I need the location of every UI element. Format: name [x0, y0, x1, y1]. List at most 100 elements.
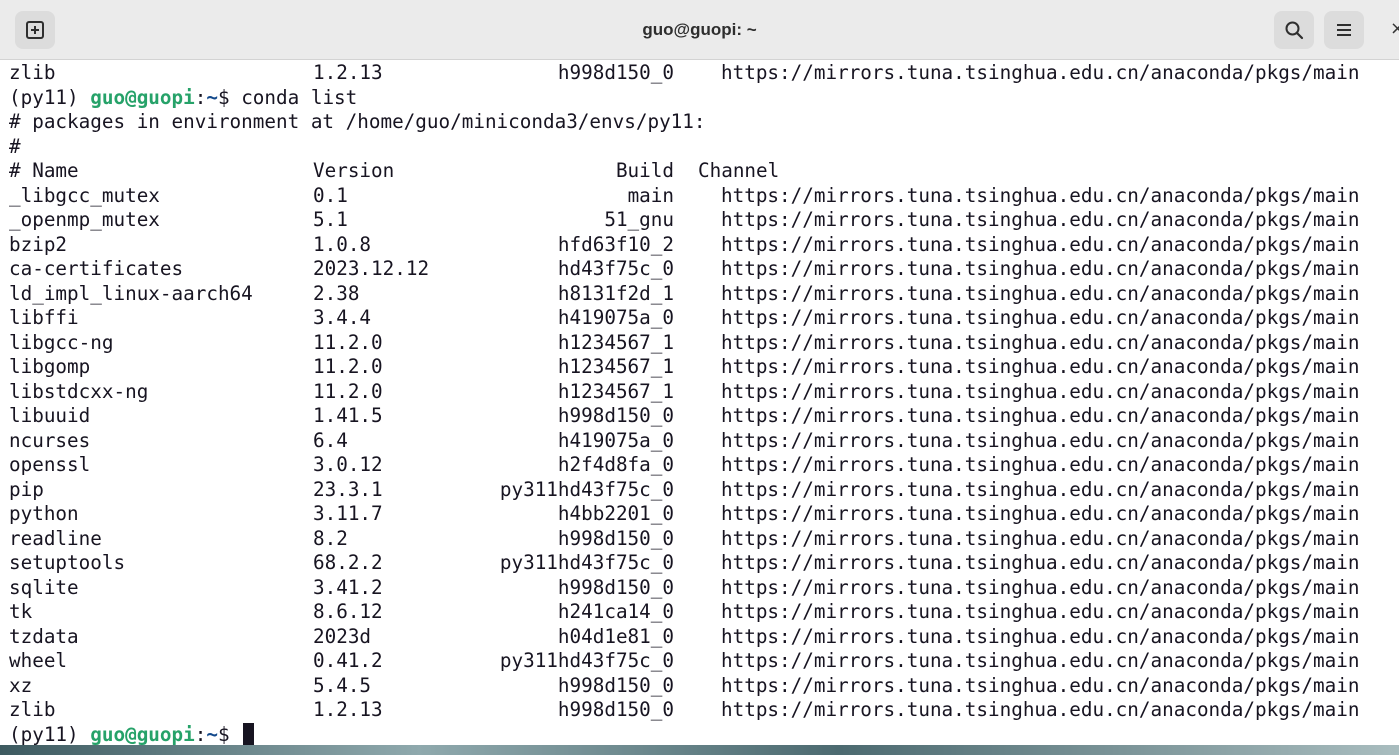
- package-name: ca-certificates: [9, 257, 184, 280]
- package-name: wheel: [9, 649, 68, 672]
- prompt-symbol: $: [217, 85, 242, 109]
- package-version: 6.4: [313, 428, 348, 452]
- package-channel: https://mirrors.tuna.tsinghua.edu.cn/ana…: [721, 428, 1360, 452]
- package-channel: https://mirrors.tuna.tsinghua.edu.cn/ana…: [721, 355, 1360, 378]
- package-build: h998d150_0: [557, 698, 674, 721]
- package-channel: https://mirrors.tuna.tsinghua.edu.cn/ana…: [721, 379, 1360, 403]
- package-build: h419075a_0: [557, 428, 674, 452]
- search-icon: [1284, 20, 1304, 40]
- package-channel: https://mirrors.tuna.tsinghua.edu.cn/ana…: [721, 404, 1360, 427]
- menu-button[interactable]: [1324, 11, 1364, 49]
- package-version: 1.2.13: [313, 698, 383, 721]
- package-version: 5.4.5: [313, 673, 372, 697]
- package-name: readline: [9, 526, 102, 550]
- prompt-path: ~: [206, 722, 218, 746]
- package-version: 5.1: [313, 208, 348, 231]
- header-name: # Name: [9, 159, 79, 182]
- package-name: bzip2: [9, 232, 68, 256]
- package-name: sqlite: [9, 575, 79, 599]
- package-version: 2.38: [313, 281, 360, 305]
- active-prompt-line[interactable]: (py11) guo@guopi:~$: [9, 722, 255, 747]
- package-channel: https://mirrors.tuna.tsinghua.edu.cn/ana…: [721, 575, 1360, 599]
- desktop-background-strip: [0, 745, 1399, 755]
- prompt-separator: :: [194, 85, 207, 109]
- package-name: libuuid: [9, 404, 91, 427]
- package-build: py311hd43f75c_0: [499, 649, 674, 672]
- package-channel: https://mirrors.tuna.tsinghua.edu.cn/ana…: [721, 649, 1360, 672]
- package-version: 1.41.5: [313, 404, 383, 427]
- package-name: openssl: [9, 453, 91, 476]
- command-text: conda list: [241, 85, 358, 109]
- close-icon[interactable]: ×: [1390, 17, 1399, 41]
- output-row-previous: zlib 1.2.13 h998d150_0 https://mirrors.t…: [9, 61, 1359, 85]
- package-name: zlib: [9, 698, 56, 721]
- prompt-symbol: $: [217, 722, 242, 746]
- package-channel: https://mirrors.tuna.tsinghua.edu.cn/ana…: [721, 551, 1360, 574]
- package-version: 0.1: [313, 183, 348, 207]
- package-build: h419075a_0: [557, 306, 674, 329]
- header-version: Version: [313, 159, 395, 182]
- package-build: hfd63f10_2: [557, 232, 674, 256]
- terminal-window: guo@guopi: ~ × zlib 1.2.13 h998d150_0 ht…: [0, 0, 1399, 755]
- package-version: 8.6.12: [313, 600, 383, 623]
- package-build: main: [627, 183, 674, 207]
- package-version: 3.0.12: [313, 453, 383, 476]
- package-channel: https://mirrors.tuna.tsinghua.edu.cn/ana…: [721, 673, 1360, 697]
- package-build: h4bb2201_0: [557, 502, 674, 525]
- prompt-separator: :: [194, 722, 207, 746]
- package-channel: https://mirrors.tuna.tsinghua.edu.cn/ana…: [721, 306, 1360, 329]
- package-name: python: [9, 502, 79, 525]
- package-channel: https://mirrors.tuna.tsinghua.edu.cn/ana…: [721, 208, 1360, 231]
- terminal-output[interactable]: zlib 1.2.13 h998d150_0 https://mirrors.t…: [0, 60, 1399, 755]
- package-build: h998d150_0: [557, 404, 674, 427]
- package-build: h04d1e81_0: [557, 624, 674, 648]
- package-version: 0.41.2: [313, 649, 383, 672]
- command-prompt-line: (py11) guo@guopi:~$ conda list: [9, 86, 357, 110]
- prompt-env: (py11): [9, 722, 91, 746]
- package-name: zlib: [9, 61, 56, 84]
- package-name: libgomp: [9, 355, 91, 378]
- package-name: setuptools: [9, 551, 126, 574]
- package-channel: https://mirrors.tuna.tsinghua.edu.cn/ana…: [721, 526, 1360, 550]
- package-channel: https://mirrors.tuna.tsinghua.edu.cn/ana…: [721, 232, 1360, 256]
- package-build: h8131f2d_1: [557, 281, 674, 305]
- package-version: 11.2.0: [313, 355, 383, 378]
- comment-line-hash: #: [9, 134, 21, 158]
- package-build: h998d150_0: [557, 575, 674, 599]
- package-channel: https://mirrors.tuna.tsinghua.edu.cn/ana…: [721, 698, 1360, 721]
- package-channel: https://mirrors.tuna.tsinghua.edu.cn/ana…: [721, 61, 1360, 84]
- package-channel: https://mirrors.tuna.tsinghua.edu.cn/ana…: [721, 281, 1360, 305]
- package-name: tk: [9, 600, 33, 623]
- package-build: h998d150_0: [557, 673, 674, 697]
- package-channel: https://mirrors.tuna.tsinghua.edu.cn/ana…: [721, 477, 1360, 501]
- package-version: 2023d: [313, 624, 372, 648]
- table-header-row: # Name Version Build Channel: [9, 159, 779, 183]
- hamburger-menu-icon: [1334, 20, 1354, 40]
- package-version: 23.3.1: [313, 477, 383, 501]
- package-name: libffi: [9, 306, 79, 329]
- window-title: guo@guopi: ~: [642, 20, 757, 39]
- package-name: _libgcc_mutex: [9, 183, 160, 207]
- package-channel: https://mirrors.tuna.tsinghua.edu.cn/ana…: [721, 257, 1360, 280]
- package-name: ncurses: [9, 428, 91, 452]
- search-button[interactable]: [1274, 11, 1314, 49]
- text-cursor: [243, 722, 255, 745]
- header-channel: Channel: [698, 159, 780, 182]
- package-build: h1234567_1: [557, 330, 674, 354]
- package-version: 68.2.2: [313, 551, 383, 574]
- package-version: 1.0.8: [313, 232, 372, 256]
- package-channel: https://mirrors.tuna.tsinghua.edu.cn/ana…: [721, 453, 1360, 476]
- package-build: h1234567_1: [557, 379, 674, 403]
- package-build: 51_gnu: [604, 208, 674, 231]
- package-name: ld_impl_linux-aarch64: [9, 281, 253, 305]
- package-channel: https://mirrors.tuna.tsinghua.edu.cn/ana…: [721, 330, 1360, 354]
- package-version: 11.2.0: [313, 330, 383, 354]
- package-version: 3.41.2: [313, 575, 383, 599]
- package-build: h998d150_0: [557, 61, 674, 84]
- package-build: h2f4d8fa_0: [557, 453, 674, 476]
- package-name: _openmp_mutex: [9, 208, 160, 231]
- package-name: pip: [9, 477, 44, 501]
- package-name: libgcc-ng: [9, 330, 114, 354]
- header-build: Build: [615, 159, 674, 182]
- package-name: tzdata: [9, 624, 79, 648]
